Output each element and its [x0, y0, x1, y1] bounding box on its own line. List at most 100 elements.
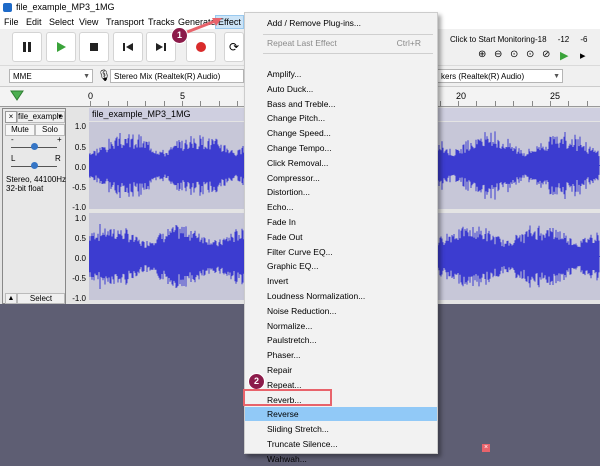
tools-row: ⊕ ⊖ ⊙ ⊙ ⊘ ▶ ▸: [476, 49, 600, 63]
menu-item-label: Fade In: [267, 217, 296, 227]
scale-label: -0.5: [72, 274, 86, 283]
menu-item-label: Repair: [267, 365, 293, 375]
gain-minus-label: -: [11, 135, 14, 144]
step-badge-2: 2: [248, 373, 265, 390]
menu-item-reverse[interactable]: Reverse: [245, 407, 437, 422]
audio-host-select[interactable]: MME ▼: [9, 69, 93, 83]
meter-scale: -18 -12 -6: [535, 35, 588, 44]
pan-slider-thumb[interactable]: [31, 162, 38, 169]
pause-icon: [23, 42, 31, 52]
fit-selection-icon[interactable]: ⊙: [510, 49, 518, 60]
menu-item-label: Echo...: [267, 202, 294, 213]
chevron-down-icon: ▼: [553, 73, 560, 80]
menu-item-filter-curve-eq[interactable]: Filter Curve EQ...: [245, 245, 437, 259]
collapse-track-button[interactable]: ▲: [5, 293, 17, 304]
chevron-up-icon: ▲: [7, 295, 15, 302]
close-icon: ×: [8, 112, 14, 121]
menu-item-label: Normalize...: [267, 320, 313, 331]
scale-label: 0.0: [74, 254, 86, 263]
skip-start-button[interactable]: [113, 32, 143, 62]
clip-name: file_example_MP3_1MG: [92, 109, 191, 119]
menu-item-compressor[interactable]: Compressor...: [245, 171, 437, 185]
menu-item-loudness-normalization[interactable]: Loudness Normalization...: [245, 289, 437, 303]
menu-item-change-pitch[interactable]: Change Pitch...: [245, 111, 437, 125]
chevron-down-icon: ▼: [83, 73, 90, 80]
menu-item-auto-duck[interactable]: Auto Duck...: [245, 82, 437, 96]
menu-item-label: Change Tempo...: [267, 143, 332, 153]
menu-item-change-speed[interactable]: Change Speed...: [245, 126, 437, 140]
zoom-out-icon[interactable]: ⊖: [494, 49, 502, 60]
menu-transport[interactable]: Transport: [104, 16, 146, 28]
meter-tick: -12: [557, 35, 570, 44]
menu-item-phaser[interactable]: Phaser...: [245, 348, 437, 362]
menu-item-label: Repeat Last Effect: [267, 38, 337, 48]
playback-device-value: kers (Realtek(R) Audio): [441, 72, 525, 81]
menu-item-label: Invert: [267, 276, 289, 287]
ruler-label: 20: [456, 91, 467, 101]
pin-head-icon[interactable]: [10, 90, 24, 102]
menu-item-echo[interactable]: Echo...: [245, 200, 437, 214]
menu-item-label: Graphic EQ...: [267, 261, 319, 272]
track-menu-button[interactable]: file_example ▼: [17, 111, 65, 123]
menu-item-label: Bass and Treble...: [267, 98, 336, 109]
menu-item-label: Auto Duck...: [267, 83, 314, 94]
gain-plus-label: +: [57, 135, 62, 144]
menu-separator: [263, 34, 433, 35]
ruler-label: 0: [88, 91, 94, 101]
menu-item-fade-out[interactable]: Fade Out: [245, 230, 437, 244]
menu-item-distortion[interactable]: Distortion...: [245, 185, 437, 199]
stop-button[interactable]: [79, 32, 109, 62]
zoom-toggle-icon[interactable]: ⊘: [542, 49, 550, 60]
menu-file[interactable]: File: [2, 16, 21, 28]
speed-icon[interactable]: ▸: [580, 49, 586, 62]
menu-item-add-remove-plugins[interactable]: Add / Remove Plug-ins...: [245, 16, 437, 30]
chevron-down-icon: ▼: [57, 114, 63, 120]
audio-host-value: MME: [13, 72, 32, 81]
menu-item-label: Add / Remove Plug-ins...: [267, 18, 362, 28]
menu-item-sliding-stretch[interactable]: Sliding Stretch...: [245, 422, 437, 436]
fit-project-icon[interactable]: ⊙: [526, 49, 534, 60]
playback-device-select[interactable]: kers (Realtek(R) Audio) ▼: [438, 69, 563, 83]
track-control-panel: × file_example ▼ Mute Solo - + L R Stereo…: [2, 108, 66, 304]
menu-select[interactable]: Select: [47, 16, 76, 28]
effect-menu: Add / Remove Plug-ins... Repeat Last Eff…: [244, 12, 438, 464]
scale-label: -0.5: [72, 183, 86, 192]
menu-item-label: Sliding Stretch...: [267, 424, 329, 435]
menu-item-bass-and-treble[interactable]: Bass and Treble...: [245, 97, 437, 111]
mute-button[interactable]: Mute: [5, 124, 35, 136]
play-icon: [57, 42, 66, 52]
menu-edit[interactable]: Edit: [24, 16, 44, 28]
close-track-button[interactable]: ×: [5, 111, 17, 123]
menu-item-fade-in[interactable]: Fade In: [245, 215, 437, 229]
close-marker-icon: ×: [482, 444, 490, 452]
menu-item-click-removal[interactable]: Click Removal...: [245, 156, 437, 170]
menu-item-change-tempo[interactable]: Change Tempo...: [245, 141, 437, 155]
menu-item-truncate-silence[interactable]: Truncate Silence...: [245, 437, 437, 451]
zoom-in-icon[interactable]: ⊕: [478, 49, 486, 60]
monitor-hint[interactable]: Click to Start Monitoring: [450, 35, 535, 44]
menu-item-label: Amplify...: [267, 69, 302, 79]
menu-item-paulstretch[interactable]: Paulstretch...: [245, 333, 437, 347]
recording-device-select[interactable]: Stereo Mix (Realtek(R) Audio): [110, 69, 244, 83]
menu-item-noise-reduction[interactable]: Noise Reduction...: [245, 304, 437, 318]
pause-button[interactable]: [12, 32, 42, 62]
menu-item-repeat-last-effect: Repeat Last Effect Ctrl+R: [245, 36, 437, 50]
menu-item-normalize[interactable]: Normalize...: [245, 319, 437, 333]
menu-item-label: Paulstretch...: [267, 335, 317, 346]
menu-view[interactable]: View: [77, 16, 100, 28]
annotation-arrow: [181, 18, 222, 36]
gain-slider-thumb[interactable]: [31, 143, 38, 150]
menu-item-graphic-eq[interactable]: Graphic EQ...: [245, 259, 437, 273]
menu-item-amplify[interactable]: Amplify...: [245, 67, 437, 81]
select-track-button[interactable]: Select: [17, 293, 65, 304]
menu-item-label: Distortion...: [267, 187, 310, 198]
play-button[interactable]: [46, 32, 76, 62]
amplitude-scale: 1.0 0.5 0.0 -0.5 -1.0 1.0 0.5 0.0 -0.5 -…: [66, 108, 88, 304]
menu-item-label: Change Speed...: [267, 128, 331, 139]
menu-item-invert[interactable]: Invert: [245, 274, 437, 288]
menu-item-label: Fade Out: [267, 231, 303, 242]
app-icon: [3, 3, 12, 12]
play-at-speed-icon[interactable]: ▶: [560, 49, 568, 62]
menu-item-label: Noise Reduction...: [267, 305, 337, 316]
menu-item-repair[interactable]: Repair: [245, 363, 437, 377]
